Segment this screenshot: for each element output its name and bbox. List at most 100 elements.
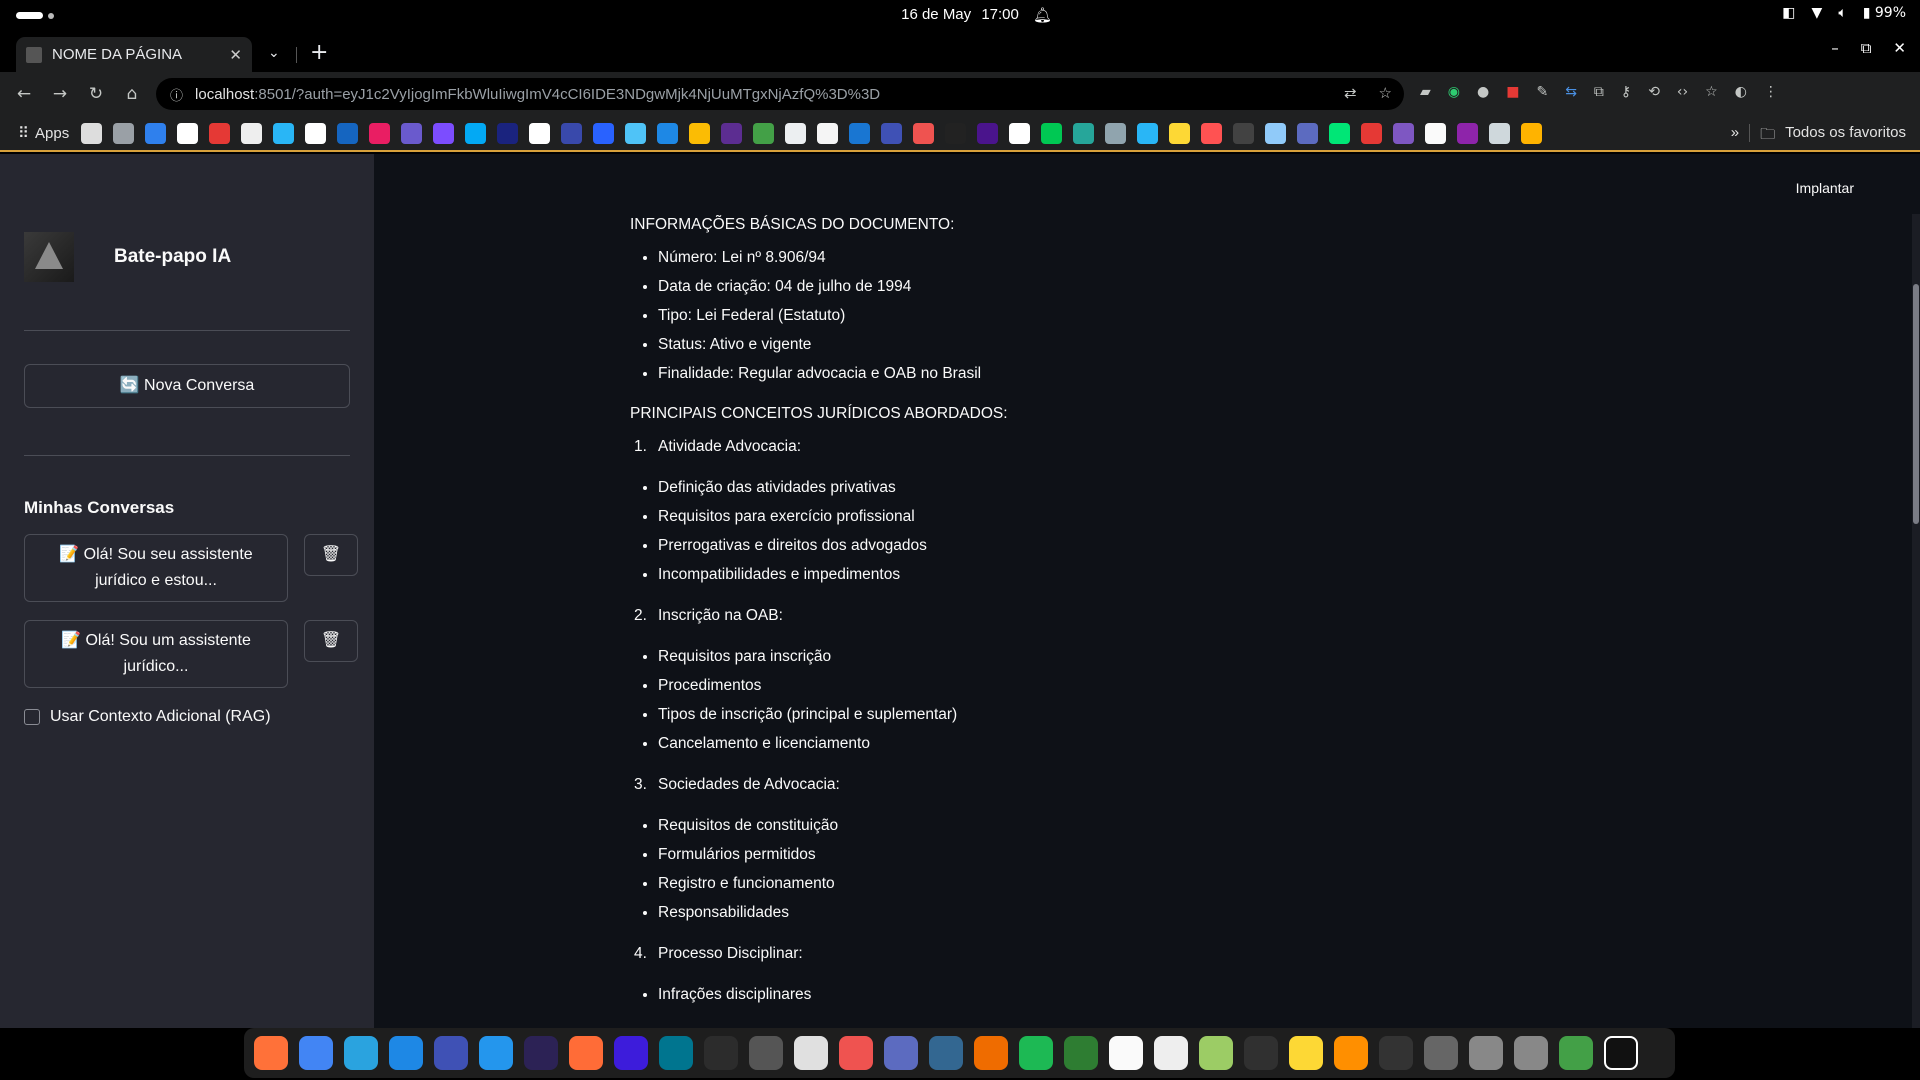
terminal-app-icon[interactable] <box>704 1036 738 1070</box>
address-bar[interactable]: ⓘ localhost:8501/?auth=eyJ1c2VyIjogImFkb… <box>156 78 1404 110</box>
bookmark-icon[interactable] <box>913 122 935 144</box>
bookmark-icon[interactable] <box>81 122 103 144</box>
bookmark-icon[interactable] <box>945 122 967 144</box>
bookmark-icon[interactable] <box>1425 122 1447 144</box>
bookmark-icon[interactable] <box>465 122 487 144</box>
settings-icon[interactable] <box>1424 1036 1458 1070</box>
reload-icon[interactable]: ↻ <box>84 84 108 104</box>
app-store-icon[interactable] <box>884 1036 918 1070</box>
delete-conversation-button[interactable]: 🗑︎ <box>304 534 358 576</box>
drive-icon[interactable] <box>1469 1036 1503 1070</box>
bookmark-icon[interactable] <box>1393 122 1415 144</box>
notification-bell-icon[interactable]: 🔔︎ <box>1033 6 1052 24</box>
bookmark-icon[interactable] <box>529 122 551 144</box>
bookmark-icon[interactable] <box>753 122 775 144</box>
chrome-menu-icon[interactable]: ⋮ <box>1764 84 1778 100</box>
tab-active[interactable]: NOME DA PÁGINA ✕ <box>16 37 252 72</box>
extension-icon[interactable]: ⇆ <box>1565 84 1577 100</box>
extension-icon[interactable]: ■ <box>1506 84 1519 100</box>
clock[interactable]: 16 de May 17:00 <box>0 6 1920 23</box>
bookmark-icon[interactable] <box>881 122 903 144</box>
translate-icon[interactable]: ⇄ <box>1344 84 1357 102</box>
obs-icon[interactable] <box>1244 1036 1278 1070</box>
app-icon[interactable] <box>1109 1036 1143 1070</box>
bookmark-icon[interactable] <box>1137 122 1159 144</box>
delete-conversation-button[interactable]: 🗑︎ <box>304 620 358 662</box>
wifi-icon[interactable]: ▼ <box>1812 5 1823 21</box>
rag-checkbox-row[interactable]: Usar Contexto Adicional (RAG) <box>24 708 271 726</box>
minimize-icon[interactable]: – <box>1831 39 1839 57</box>
rag-checkbox[interactable] <box>24 709 40 725</box>
home-icon[interactable]: ⌂ <box>120 84 144 104</box>
bookmark-icon[interactable] <box>593 122 615 144</box>
vscode-icon[interactable] <box>389 1036 423 1070</box>
forward-icon[interactable]: → <box>48 84 72 104</box>
bookmark-icon[interactable] <box>433 122 455 144</box>
scrollbar[interactable] <box>1912 214 1920 1030</box>
site-info-icon[interactable]: ⓘ <box>170 85 183 104</box>
deploy-button[interactable]: Implantar <box>1796 180 1854 196</box>
extension-icon[interactable]: ✎ <box>1536 84 1548 100</box>
app-icon[interactable] <box>1064 1036 1098 1070</box>
bookmark-icon[interactable] <box>1073 122 1095 144</box>
bookmarks-more-icon[interactable]: » <box>1731 124 1739 149</box>
drive-icon[interactable] <box>1514 1036 1548 1070</box>
bookmark-icon[interactable] <box>1361 122 1383 144</box>
devtools-icon[interactable]: ‹› <box>1677 84 1688 100</box>
back-icon[interactable]: ← <box>12 84 36 104</box>
bookmark-icon[interactable] <box>401 122 423 144</box>
history-icon[interactable]: ⟲ <box>1648 84 1660 100</box>
bookmark-icon[interactable] <box>1201 122 1223 144</box>
bookmark-icon[interactable] <box>1233 122 1255 144</box>
bookmark-star-icon[interactable]: ☆ <box>1379 84 1392 102</box>
volume-icon[interactable]: 🔈︎ <box>1838 5 1846 21</box>
bookmark-icon[interactable] <box>241 122 263 144</box>
trash-bin-icon[interactable] <box>1559 1036 1593 1070</box>
spotify-icon[interactable] <box>1019 1036 1053 1070</box>
bookmark-icon[interactable] <box>785 122 807 144</box>
bookmark-icon[interactable] <box>721 122 743 144</box>
color-picker-icon[interactable] <box>839 1036 873 1070</box>
bookmark-icon[interactable] <box>1329 122 1351 144</box>
profile-avatar-icon[interactable]: ◐ <box>1735 84 1747 100</box>
system-tray[interactable]: ◧ ▼ 🔈︎ ▮ 99% <box>1782 5 1906 21</box>
app-indicator-icon[interactable]: ◧ <box>1782 5 1795 21</box>
docker-icon[interactable] <box>479 1036 513 1070</box>
files-icon[interactable] <box>749 1036 783 1070</box>
bookmark-apps[interactable]: ⠿ Apps <box>18 124 69 143</box>
app-icon[interactable] <box>1334 1036 1368 1070</box>
terminal-icon[interactable] <box>1379 1036 1413 1070</box>
tab-close-icon[interactable]: ✕ <box>229 46 242 64</box>
bookmark-icon[interactable] <box>1169 122 1191 144</box>
bookmark-icon[interactable] <box>497 122 519 144</box>
bookmark-icon[interactable] <box>113 122 135 144</box>
postman-icon[interactable] <box>569 1036 603 1070</box>
notes-icon[interactable] <box>1289 1036 1323 1070</box>
software-icon[interactable] <box>974 1036 1008 1070</box>
intellij-icon[interactable] <box>434 1036 468 1070</box>
password-key-icon[interactable]: ⚷ <box>1621 84 1631 100</box>
bookmark-icon[interactable] <box>561 122 583 144</box>
favorites-icon[interactable]: ☆ <box>1705 84 1718 100</box>
extensions-puzzle-icon[interactable]: ⧉ <box>1594 84 1604 100</box>
chat-icon[interactable] <box>794 1036 828 1070</box>
bookmark-icon[interactable] <box>1489 122 1511 144</box>
battery-indicator[interactable]: ▮ 99% <box>1863 5 1906 21</box>
bookmark-icon[interactable] <box>1009 122 1031 144</box>
bookmark-icon[interactable] <box>369 122 391 144</box>
conversation-button[interactable]: 📝 Olá! Sou seu assistente jurídico e est… <box>24 534 288 602</box>
chrome-icon[interactable] <box>299 1036 333 1070</box>
telegram-icon[interactable] <box>344 1036 378 1070</box>
tab-search-chevron-icon[interactable]: ⌄ <box>268 45 280 61</box>
app-icon[interactable] <box>614 1036 648 1070</box>
window-close-icon[interactable]: ✕ <box>1893 39 1906 57</box>
app-icon[interactable] <box>1199 1036 1233 1070</box>
app-icon[interactable] <box>1154 1036 1188 1070</box>
bookmark-icon[interactable] <box>689 122 711 144</box>
bookmark-icon[interactable] <box>145 122 167 144</box>
bookmark-icon[interactable] <box>1297 122 1319 144</box>
bookmark-icon[interactable] <box>209 122 231 144</box>
postgresql-icon[interactable] <box>929 1036 963 1070</box>
all-bookmarks-label[interactable]: Todos os favoritos <box>1785 124 1906 149</box>
restore-icon[interactable]: ⧉ <box>1861 39 1872 57</box>
